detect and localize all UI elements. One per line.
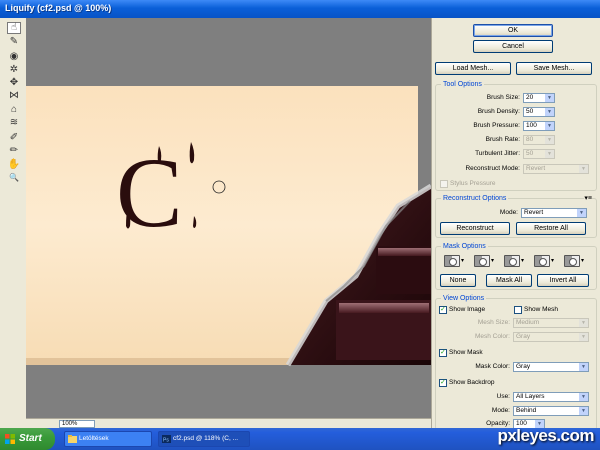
brush-size-label: Brush Size: <box>486 94 520 101</box>
reconstruct-options-group: Reconstruct Options ▾≡ Mode: Revert ▼ Rec… <box>435 194 597 238</box>
brush-density-label: Brush Density: <box>477 108 520 115</box>
dropdown-arrow-icon: ▼ <box>579 363 588 371</box>
title-bar[interactable]: Liquify (cf2.psd @ 100%) <box>0 0 600 18</box>
ok-button[interactable]: OK <box>473 24 553 37</box>
folder-icon <box>68 435 77 443</box>
invert-selection-icon[interactable]: ▾ <box>564 255 588 267</box>
brush-pressure-label: Brush Pressure: <box>473 122 520 129</box>
letter-c: C <box>116 137 183 248</box>
reconstruct-icon[interactable]: ✎ <box>7 36 21 48</box>
show-image-checkbox[interactable]: ✓ Show Image <box>439 305 485 314</box>
start-button[interactable]: Start <box>0 428 55 450</box>
mask-options-group: Mask Options ▾ ▾ ▾ ▾ ▾ None Mask All Inv… <box>435 242 597 290</box>
view-options-legend: View Options <box>441 294 487 303</box>
thaw-mask-icon[interactable]: ✏ <box>7 145 21 157</box>
tool-options-group: Tool Options Brush Size: 20 ▼ Brush Densi… <box>435 80 597 191</box>
mask-all-button[interactable]: Mask All <box>486 274 532 287</box>
backdrop-mode-label: Mode: <box>491 407 510 414</box>
view-options-group: View Options ✓ Show Image Show Mesh Mesh … <box>435 294 597 430</box>
backdrop-use-label: Use: <box>496 393 510 400</box>
show-backdrop-checkbox[interactable]: ✓ Show Backdrop <box>439 378 495 387</box>
dropdown-arrow-icon: ▼ <box>545 122 554 130</box>
dropdown-arrow-icon: ▼ <box>545 94 554 102</box>
tool-strip: ☝ ✎ ◉ ✲ ✥ ⋈ ⌂ ≋ ✐ ✏ ✋ 🔍 <box>0 18 26 428</box>
reconstruct-options-legend: Reconstruct Options <box>441 194 509 203</box>
subtract-from-selection-icon[interactable]: ▾ <box>504 255 528 267</box>
dropdown-arrow-icon: ▼ <box>579 393 588 401</box>
restore-all-button[interactable]: Restore All <box>516 222 586 235</box>
reconstruct-mode-select: Revert ▼ <box>523 164 589 174</box>
svg-text:Ps: Ps <box>163 438 169 444</box>
dropdown-arrow-icon: ▼ <box>579 165 588 173</box>
invert-all-button[interactable]: Invert All <box>537 274 589 287</box>
cancel-button[interactable]: Cancel <box>473 40 553 53</box>
brush-rate-label: Brush Rate: <box>485 136 520 143</box>
checkmark-icon: ✓ <box>439 349 447 357</box>
dropdown-arrow-icon: ▼ <box>545 108 554 116</box>
dropdown-arrow-icon: ▼ <box>579 333 588 341</box>
canvas-status-bar: 100% <box>26 418 431 428</box>
intersect-selection-icon[interactable]: ▾ <box>534 255 558 267</box>
push-left-icon[interactable]: ⋈ <box>7 90 21 102</box>
checkmark-icon: ✓ <box>439 379 447 387</box>
backdrop-use-select[interactable]: All Layers ▼ <box>513 392 589 402</box>
taskbar-item-photoshop[interactable]: Ps cf2.psd @ 118% (C, ... <box>158 431 250 447</box>
dropdown-arrow-icon: ▼ <box>579 319 588 327</box>
panel-menu-icon[interactable]: ▾≡ <box>584 194 592 202</box>
zoom-level-field[interactable]: 100% <box>59 420 95 428</box>
window-title: Liquify (cf2.psd @ 100%) <box>5 3 112 13</box>
taskbar-item-downloads[interactable]: Letöltések <box>64 431 152 447</box>
load-mesh-button[interactable]: Load Mesh... <box>435 62 511 75</box>
checkmark-icon: ✓ <box>439 306 447 314</box>
mesh-size-label: Mesh Size: <box>477 319 510 326</box>
watermark: pxleyes.com <box>497 426 594 445</box>
save-mesh-button[interactable]: Save Mesh... <box>516 62 592 75</box>
brush-pressure-input[interactable]: 100 ▼ <box>523 121 555 131</box>
zoom-icon[interactable]: 🔍 <box>7 172 21 184</box>
forward-warp-icon[interactable]: ☝ <box>7 22 21 34</box>
replace-selection-icon[interactable]: ▾ <box>444 255 468 267</box>
options-panel: OK Cancel Load Mesh... Save Mesh... Tool… <box>431 18 600 430</box>
mesh-size-select: Medium ▼ <box>513 318 589 328</box>
mask-color-label: Mask Color: <box>475 363 510 370</box>
twirl-icon[interactable]: ◉ <box>7 51 21 63</box>
document-preview: C <box>26 86 431 367</box>
reconstruct-button[interactable]: Reconstruct <box>440 222 510 235</box>
backdrop-mode-select[interactable]: Behind ▼ <box>513 406 589 416</box>
mirror-icon[interactable]: ⌂ <box>7 104 21 116</box>
reconstruct-mode-label: Reconstruct Mode: <box>465 165 520 172</box>
mask-color-select[interactable]: Gray ▼ <box>513 362 589 372</box>
pucker-icon[interactable]: ✲ <box>7 64 21 76</box>
add-to-selection-icon[interactable]: ▾ <box>474 255 498 267</box>
preview-canvas[interactable]: C 100% <box>26 18 431 428</box>
mask-none-button[interactable]: None <box>440 274 476 287</box>
show-mask-checkbox[interactable]: ✓ Show Mask <box>439 348 483 357</box>
mesh-color-select: Gray ▼ <box>513 332 589 342</box>
dropdown-arrow-icon: ▼ <box>545 136 554 144</box>
mask-options-legend: Mask Options <box>441 242 488 251</box>
dropdown-arrow-icon: ▼ <box>577 209 586 217</box>
dropdown-arrow-icon: ▼ <box>545 150 554 158</box>
hand-icon[interactable]: ✋ <box>7 159 21 171</box>
show-mesh-checkbox[interactable]: Show Mesh <box>514 305 558 314</box>
brush-size-input[interactable]: 20 ▼ <box>523 93 555 103</box>
tool-options-legend: Tool Options <box>441 80 484 89</box>
reconstruct-mode-dropdown[interactable]: Revert ▼ <box>521 208 587 218</box>
windows-flag-icon <box>5 434 15 444</box>
turbulent-jitter-input: 50 ▼ <box>523 149 555 159</box>
freeze-mask-icon[interactable]: ✐ <box>7 132 21 144</box>
bloat-icon[interactable]: ✥ <box>7 77 21 89</box>
brush-rate-input: 80 ▼ <box>523 135 555 145</box>
photoshop-icon: Ps <box>162 435 171 443</box>
brush-density-input[interactable]: 50 ▼ <box>523 107 555 117</box>
reconstruct-mode-label: Mode: <box>499 209 518 216</box>
dropdown-arrow-icon: ▼ <box>579 407 588 415</box>
mesh-color-label: Mesh Color: <box>474 333 510 340</box>
stylus-pressure-checkbox: Stylus Pressure <box>440 179 496 188</box>
turbulence-icon[interactable]: ≋ <box>7 117 21 129</box>
turbulent-jitter-label: Turbulent Jitter: <box>475 150 520 157</box>
